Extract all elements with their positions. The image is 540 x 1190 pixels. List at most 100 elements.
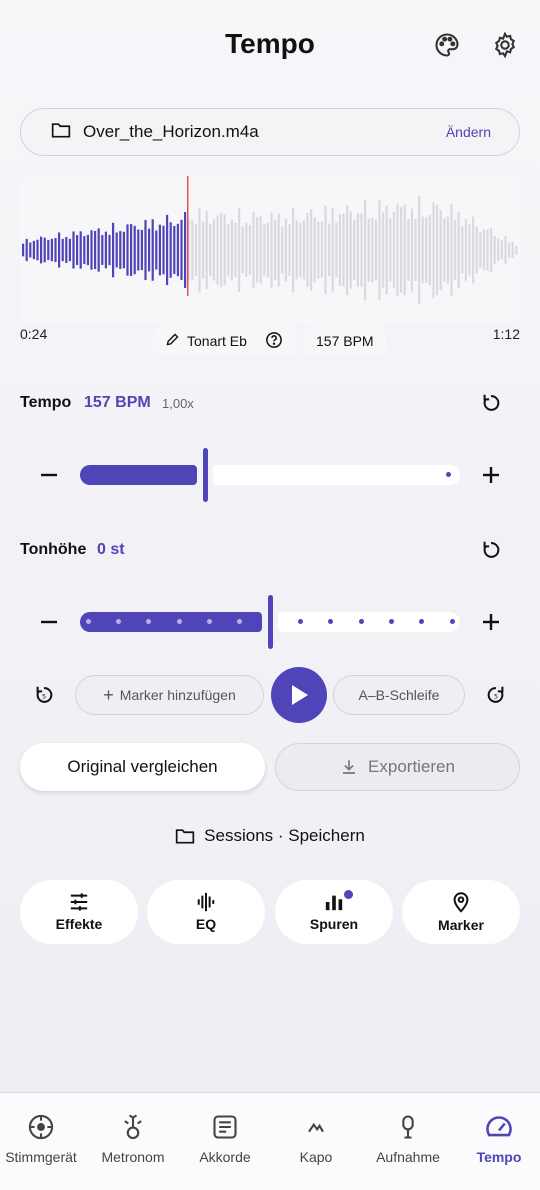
tempo-rate: 1,00x <box>162 396 194 411</box>
waveform-bar <box>248 224 251 276</box>
tempo-slider[interactable] <box>80 448 460 502</box>
waveform-bar <box>104 231 107 269</box>
svg-text:5: 5 <box>42 693 46 701</box>
waveform[interactable] <box>20 176 520 324</box>
waveform-bar <box>209 223 212 277</box>
waveform-bar <box>202 221 205 279</box>
pitch-slider-thumb[interactable] <box>268 595 273 649</box>
waveform-bar <box>320 222 323 278</box>
gear-icon[interactable] <box>490 30 520 60</box>
compare-original-button[interactable]: Original vergleichen <box>20 743 265 791</box>
nav-item-tempo[interactable]: Tempo <box>454 1093 540 1190</box>
key-chip[interactable]: Tonart Eb <box>153 325 297 357</box>
waveform-bar <box>382 212 385 288</box>
nav-item-capo[interactable]: Kapo <box>271 1093 361 1190</box>
location-pin-icon <box>453 892 469 913</box>
waveform-bar <box>108 234 111 266</box>
sliders-icon <box>70 893 88 911</box>
eq-button[interactable]: EQ <box>147 880 265 944</box>
waveform-bar <box>86 234 89 266</box>
waveform-bar <box>259 216 262 284</box>
skip-back-button[interactable]: 5 <box>30 681 58 709</box>
waveform-bar <box>270 212 273 288</box>
waveform-bar <box>410 208 413 292</box>
waveform-bar <box>436 204 439 296</box>
add-marker-label: Marker hinzufügen <box>119 687 236 703</box>
marker-button[interactable]: Marker <box>402 880 520 944</box>
tracks-icon <box>325 895 343 911</box>
tracks-button[interactable]: Spuren <box>275 880 393 944</box>
pitch-step-dot <box>388 619 394 624</box>
help-icon[interactable] <box>265 331 283 352</box>
waveform-bar <box>508 242 511 258</box>
pitch-decrease-button[interactable] <box>35 608 63 636</box>
nav-label: Akkorde <box>199 1149 251 1165</box>
waveform-bar <box>317 221 320 279</box>
waveform-bar <box>115 232 118 268</box>
waveform-bar <box>468 224 471 276</box>
waveform-bar <box>245 223 248 277</box>
nav-item-tuner[interactable]: Stimmgerät <box>0 1093 86 1190</box>
tempo-label: Tempo <box>20 394 72 411</box>
waveform-bar <box>454 220 457 280</box>
ab-loop-button[interactable]: A–B-Schleife <box>333 675 465 715</box>
waveform-bar <box>299 222 302 278</box>
waveform-bar <box>493 236 496 264</box>
waveform-bar <box>151 219 154 281</box>
nav-item-chords[interactable]: Akkorde <box>180 1093 270 1190</box>
waveform-bar <box>194 224 197 276</box>
play-icon <box>292 685 308 705</box>
tempo-increase-button[interactable] <box>477 461 505 489</box>
play-button[interactable] <box>271 667 327 723</box>
waveform-bar <box>155 230 158 270</box>
speedometer-icon <box>486 1116 512 1137</box>
waveform-bar <box>482 229 485 271</box>
tuner-icon <box>28 1114 54 1140</box>
reset-tempo-button[interactable] <box>477 389 505 417</box>
waveform-bar <box>122 231 125 269</box>
effects-label: Effekte <box>55 916 103 932</box>
waveform-bar <box>173 225 176 275</box>
palette-icon[interactable] <box>432 30 462 60</box>
waveform-bar <box>241 226 244 274</box>
nav-item-recording[interactable]: Aufnahme <box>363 1093 453 1190</box>
reset-pitch-button[interactable] <box>477 536 505 564</box>
pitch-slider[interactable] <box>80 595 460 649</box>
add-marker-button[interactable]: + Marker hinzufügen <box>75 675 264 715</box>
waveform-bar <box>342 213 345 287</box>
tempo-decrease-button[interactable] <box>35 461 63 489</box>
pitch-step-dot <box>176 619 182 624</box>
waveform-bar <box>65 236 68 264</box>
waveform-bar <box>313 217 316 283</box>
waveform-bar <box>184 212 187 288</box>
effects-button[interactable]: Effekte <box>20 880 138 944</box>
tracks-badge <box>344 890 353 899</box>
waveform-bar <box>266 222 269 278</box>
pitch-step-dot <box>115 619 121 624</box>
minus-icon <box>41 473 57 477</box>
sessions-save-button[interactable]: Sessions · Speichern <box>20 811 520 860</box>
export-button[interactable]: Exportieren <box>275 743 520 791</box>
waveform-bar <box>328 223 331 277</box>
waveform-bar <box>68 238 71 262</box>
waveform-bar <box>43 237 46 263</box>
tempo-slider-thumb[interactable] <box>203 448 208 502</box>
plus-icon: + <box>103 684 114 705</box>
waveform-bar <box>324 205 327 295</box>
playhead[interactable] <box>187 176 189 296</box>
waveform-bar <box>364 199 367 301</box>
waveform-bar <box>25 238 28 262</box>
bpm-chip[interactable]: 157 BPM <box>304 325 386 357</box>
skip-forward-button[interactable]: 5 <box>482 681 510 709</box>
change-file-button[interactable]: Ändern <box>446 124 491 140</box>
pitch-slider-track <box>278 612 460 632</box>
file-selector[interactable]: Over_the_Horizon.m4a Ändern <box>20 108 520 156</box>
waveform-bar <box>227 224 230 276</box>
nav-item-metronome[interactable]: Metronom <box>88 1093 178 1190</box>
pitch-increase-button[interactable] <box>477 608 505 636</box>
waveform-bar <box>274 219 277 281</box>
waveform-bar <box>346 205 349 295</box>
export-label: Exportieren <box>368 757 455 776</box>
waveform-bar <box>443 218 446 282</box>
waveform-bar <box>169 222 172 278</box>
